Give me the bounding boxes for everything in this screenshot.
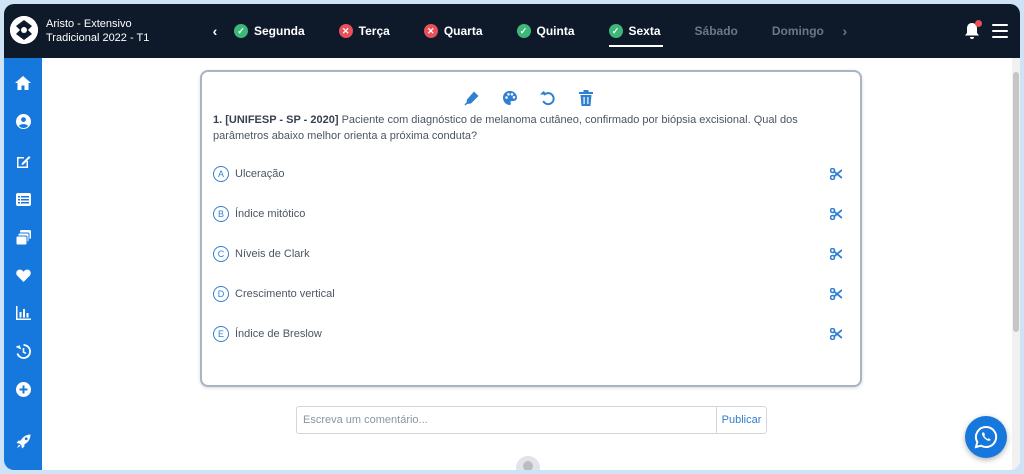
day-tab-sabado[interactable]: Sábado bbox=[695, 4, 738, 58]
day-tab-label: Terça bbox=[358, 24, 390, 38]
sidebar-item-add[interactable] bbox=[4, 378, 42, 400]
day-tab-segunda[interactable]: ✓ Segunda bbox=[234, 4, 305, 58]
course-name-line1: Aristo - Extensivo bbox=[46, 18, 132, 30]
day-tab-label: Segunda bbox=[254, 24, 305, 38]
sidebar-item-home[interactable] bbox=[4, 72, 42, 94]
day-tab-label: Quarta bbox=[443, 24, 483, 38]
scrollbar-thumb[interactable] bbox=[1013, 72, 1019, 332]
whatsapp-button[interactable] bbox=[965, 416, 1007, 458]
sidebar-item-history[interactable] bbox=[4, 340, 42, 362]
comment-box: Publicar bbox=[296, 406, 767, 434]
edit-icon bbox=[16, 155, 30, 168]
alternative-letter: D bbox=[213, 286, 229, 302]
scrollbar[interactable] bbox=[1012, 58, 1020, 470]
logo[interactable] bbox=[10, 16, 38, 44]
scissors-icon[interactable] bbox=[829, 247, 843, 261]
day-tab-label: Sábado bbox=[694, 24, 738, 38]
sidebar-item-rocket[interactable] bbox=[4, 430, 42, 452]
hamburger-menu-icon[interactable] bbox=[992, 24, 1008, 38]
comment-input[interactable] bbox=[297, 407, 716, 433]
top-bar: Aristo - Extensivo Tradicional 2022 - T1… bbox=[4, 4, 1020, 58]
course-name[interactable]: Aristo - Extensivo Tradicional 2022 - T1 bbox=[46, 17, 176, 45]
check-icon: ✓ bbox=[516, 24, 531, 38]
alternative-text: Crescimento vertical bbox=[235, 288, 335, 300]
day-tab-label: Sexta bbox=[628, 24, 661, 38]
alternative-text: Índice mitótico bbox=[235, 208, 306, 220]
alternative-c[interactable]: C Níveis de Clark bbox=[213, 243, 843, 265]
whatsapp-icon bbox=[974, 425, 998, 449]
sidebar-item-cards[interactable] bbox=[4, 226, 42, 248]
alternative-letter: A bbox=[213, 166, 229, 182]
highlighter-icon[interactable] bbox=[464, 90, 480, 106]
course-name-line2: Tradicional 2022 - T1 bbox=[46, 32, 150, 44]
sidebar-item-favorites[interactable] bbox=[4, 264, 42, 286]
check-icon: ✓ bbox=[608, 24, 623, 38]
publish-button[interactable]: Publicar bbox=[716, 407, 766, 433]
scissors-icon[interactable] bbox=[829, 207, 843, 221]
sidebar-item-edit[interactable] bbox=[4, 150, 42, 172]
alternative-e[interactable]: E Índice de Breslow bbox=[213, 323, 843, 345]
home-icon bbox=[15, 76, 31, 90]
logo-icon bbox=[10, 16, 38, 44]
sidebar bbox=[4, 58, 42, 470]
palette-icon[interactable] bbox=[502, 90, 518, 106]
day-tab-terca[interactable]: ✕ Terça bbox=[338, 4, 390, 58]
alternative-text: Índice de Breslow bbox=[235, 328, 322, 340]
day-tab-quinta[interactable]: ✓ Quinta bbox=[516, 4, 575, 58]
avatar bbox=[516, 456, 540, 470]
day-tab-label: Domingo bbox=[771, 24, 824, 38]
question-source: 1. [UNIFESP - SP - 2020] bbox=[213, 114, 339, 126]
rocket-icon bbox=[16, 434, 30, 448]
alternative-letter: E bbox=[213, 326, 229, 342]
plus-circle-icon bbox=[15, 381, 31, 397]
day-tab-label: Quinta bbox=[536, 24, 575, 38]
scissors-icon[interactable] bbox=[829, 167, 843, 181]
question-statement: 1. [UNIFESP - SP - 2020] Paciente com di… bbox=[213, 112, 833, 144]
alternative-letter: C bbox=[213, 246, 229, 262]
close-icon: ✕ bbox=[338, 24, 353, 38]
alternative-text: Níveis de Clark bbox=[235, 248, 310, 260]
list-icon bbox=[15, 192, 31, 206]
app-frame: Aristo - Extensivo Tradicional 2022 - T1… bbox=[4, 4, 1020, 470]
scissors-icon[interactable] bbox=[829, 287, 843, 301]
main-content: 1. [UNIFESP - SP - 2020] Paciente com di… bbox=[42, 58, 1012, 470]
alternative-a[interactable]: A Ulceração bbox=[213, 163, 843, 185]
day-navigation: ‹ ✓ Segunda ✕ Terça ✕ Quarta ✓ Quinta ✓ … bbox=[204, 4, 856, 58]
question-card: 1. [UNIFESP - SP - 2020] Paciente com di… bbox=[200, 70, 862, 387]
undo-icon[interactable] bbox=[540, 90, 556, 106]
alternative-d[interactable]: D Crescimento vertical bbox=[213, 283, 843, 305]
chevron-right-icon[interactable]: › bbox=[834, 23, 856, 39]
sidebar-item-statistics[interactable] bbox=[4, 302, 42, 324]
day-tab-domingo[interactable]: Domingo bbox=[772, 4, 824, 58]
day-tab-sexta[interactable]: ✓ Sexta bbox=[608, 4, 663, 58]
user-circle-icon bbox=[15, 113, 31, 129]
bell-icon[interactable] bbox=[964, 20, 982, 40]
alternative-b[interactable]: B Índice mitótico bbox=[213, 203, 843, 225]
close-icon: ✕ bbox=[423, 24, 438, 38]
trash-icon[interactable] bbox=[578, 90, 594, 106]
notification-badge bbox=[975, 20, 982, 27]
question-toolbar bbox=[464, 90, 594, 106]
chevron-left-icon[interactable]: ‹ bbox=[204, 23, 226, 39]
check-icon: ✓ bbox=[234, 24, 248, 38]
cards-icon bbox=[15, 229, 31, 245]
alternative-letter: B bbox=[213, 206, 229, 222]
sidebar-item-list[interactable] bbox=[4, 188, 42, 210]
history-icon bbox=[15, 343, 31, 359]
scissors-icon[interactable] bbox=[829, 327, 843, 341]
alternative-text: Ulceração bbox=[235, 168, 285, 180]
header-actions bbox=[964, 4, 1008, 58]
bar-chart-icon bbox=[15, 306, 31, 320]
heart-icon bbox=[15, 269, 31, 282]
sidebar-item-profile[interactable] bbox=[4, 110, 42, 132]
day-tab-quarta[interactable]: ✕ Quarta bbox=[423, 4, 483, 58]
